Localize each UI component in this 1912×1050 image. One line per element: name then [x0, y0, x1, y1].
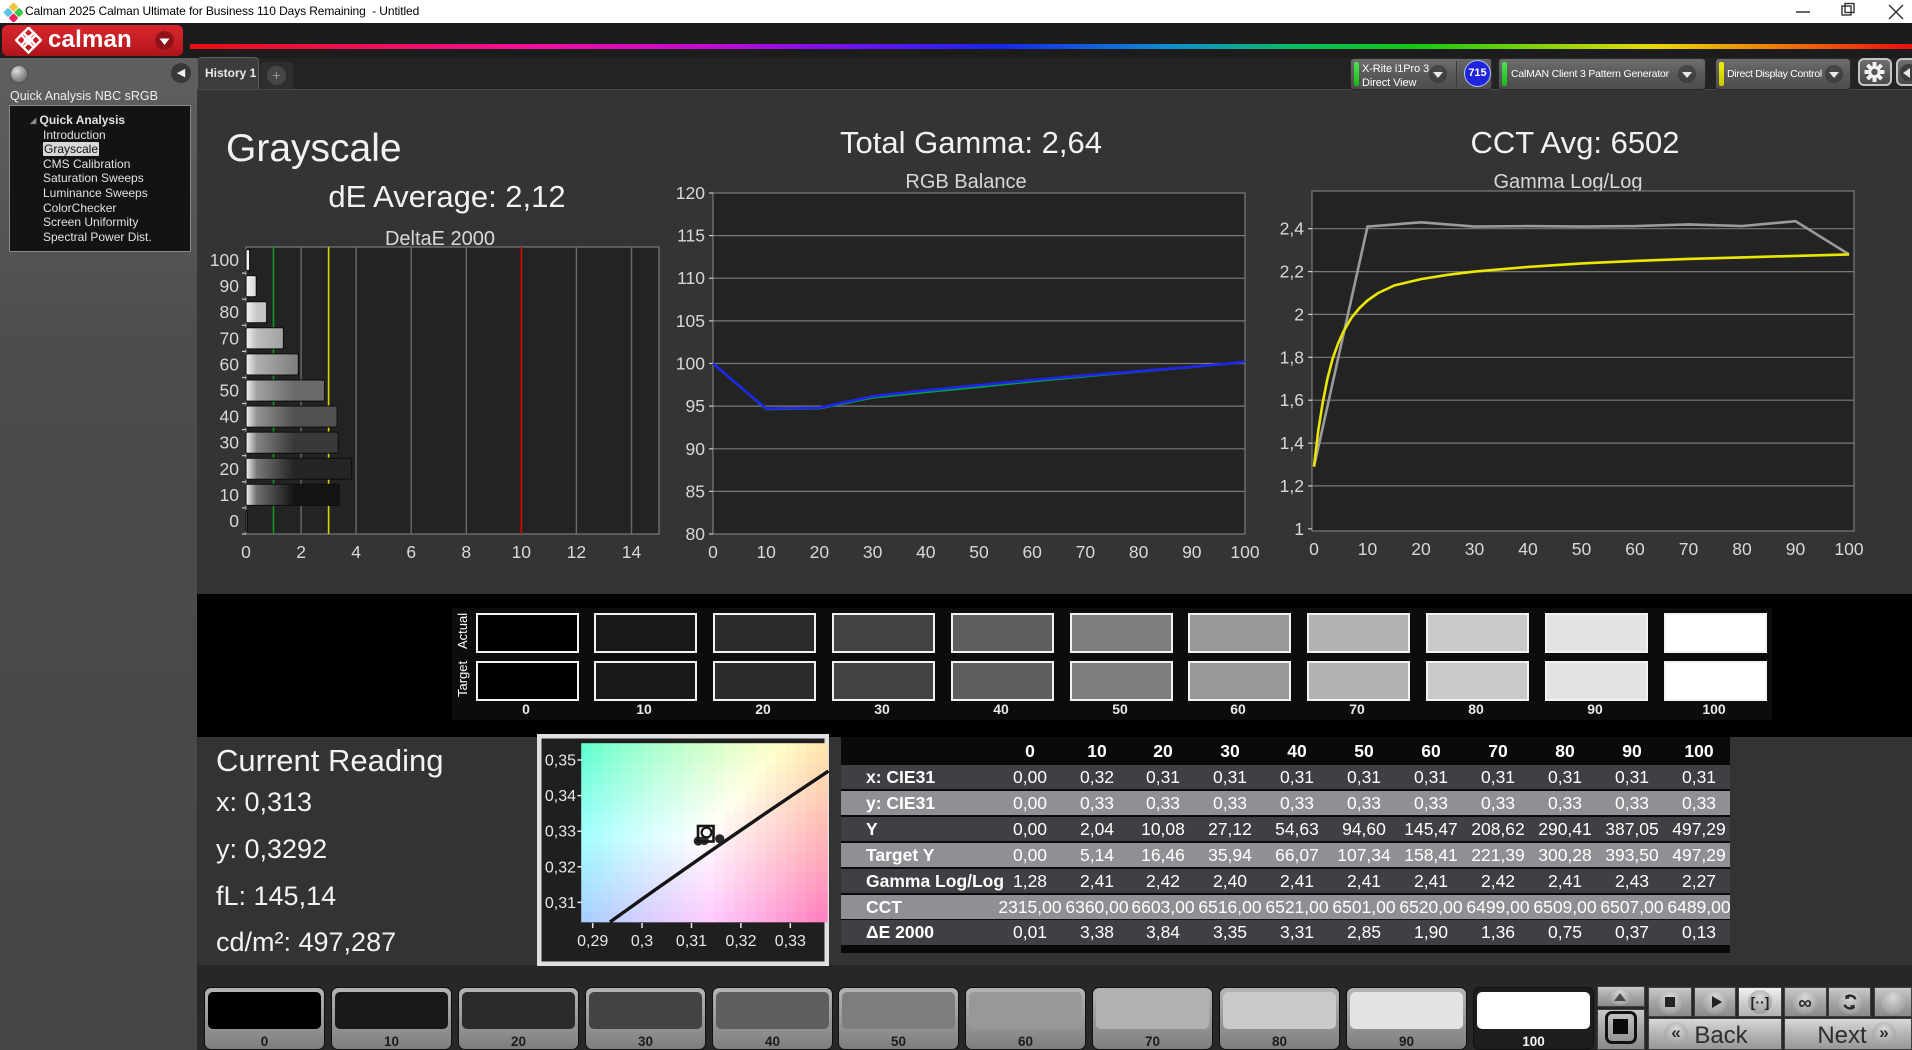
- svg-text:115: 115: [677, 226, 705, 246]
- svg-text:4: 4: [351, 542, 361, 562]
- svg-text:80: 80: [1129, 542, 1149, 562]
- svg-text:0,32: 0,32: [545, 859, 576, 876]
- svg-text:10: 10: [512, 542, 532, 562]
- svg-text:2: 2: [296, 542, 306, 562]
- svg-text:70: 70: [220, 328, 240, 348]
- svg-text:0,35: 0,35: [545, 753, 576, 770]
- svg-text:Total Gamma: 2,64: Total Gamma: 2,64: [840, 125, 1102, 160]
- svg-text:30: 30: [1465, 539, 1485, 559]
- svg-text:0,34: 0,34: [545, 788, 576, 805]
- svg-text:60: 60: [1022, 542, 1042, 562]
- svg-text:95: 95: [686, 396, 705, 416]
- svg-text:0,33: 0,33: [775, 933, 806, 950]
- svg-text:12: 12: [567, 542, 586, 562]
- svg-text:2,4: 2,4: [1280, 219, 1305, 239]
- svg-text:14: 14: [622, 542, 642, 562]
- svg-text:40: 40: [916, 542, 936, 562]
- svg-text:110: 110: [677, 268, 705, 288]
- svg-text:40: 40: [1518, 539, 1538, 559]
- svg-text:CCT Avg: 6502: CCT Avg: 6502: [1470, 125, 1679, 160]
- svg-text:0,33: 0,33: [545, 824, 576, 841]
- svg-text:60: 60: [220, 354, 240, 374]
- svg-text:105: 105: [676, 311, 705, 331]
- svg-text:90: 90: [1182, 542, 1202, 562]
- svg-text:10: 10: [1358, 539, 1378, 559]
- svg-text:2,2: 2,2: [1280, 262, 1304, 282]
- svg-text:20: 20: [220, 459, 240, 479]
- svg-text:20: 20: [1411, 539, 1431, 559]
- svg-text:8: 8: [461, 542, 471, 562]
- svg-text:0,32: 0,32: [725, 933, 756, 950]
- svg-text:RGB Balance: RGB Balance: [905, 171, 1026, 193]
- svg-text:100: 100: [1834, 539, 1863, 559]
- svg-text:30: 30: [863, 542, 883, 562]
- svg-text:90: 90: [220, 276, 240, 296]
- svg-text:1,4: 1,4: [1280, 433, 1305, 453]
- svg-text:1,6: 1,6: [1280, 390, 1304, 410]
- svg-text:1: 1: [1294, 519, 1304, 539]
- svg-text:30: 30: [220, 433, 240, 453]
- svg-text:2: 2: [1294, 304, 1304, 324]
- svg-text:80: 80: [686, 524, 706, 544]
- svg-text:Grayscale: Grayscale: [226, 127, 402, 170]
- svg-text:85: 85: [686, 481, 705, 501]
- svg-text:80: 80: [220, 302, 240, 322]
- svg-text:100: 100: [210, 250, 239, 270]
- svg-text:0,29: 0,29: [577, 933, 608, 950]
- svg-text:0: 0: [241, 542, 251, 562]
- svg-text:90: 90: [686, 439, 706, 459]
- svg-text:1,8: 1,8: [1280, 347, 1304, 367]
- svg-text:0,31: 0,31: [545, 895, 576, 912]
- svg-text:90: 90: [1786, 539, 1806, 559]
- svg-text:80: 80: [1732, 539, 1752, 559]
- svg-text:100: 100: [676, 354, 705, 374]
- svg-text:20: 20: [810, 542, 830, 562]
- svg-text:Gamma Log/Log: Gamma Log/Log: [1494, 171, 1643, 193]
- svg-text:100: 100: [1230, 542, 1259, 562]
- svg-text:70: 70: [1679, 539, 1699, 559]
- svg-text:70: 70: [1076, 542, 1096, 562]
- svg-text:0: 0: [1309, 539, 1319, 559]
- svg-text:6: 6: [406, 542, 416, 562]
- svg-text:10: 10: [220, 485, 240, 505]
- svg-text:0: 0: [708, 542, 718, 562]
- svg-text:dE Average: 2,12: dE Average: 2,12: [328, 179, 565, 214]
- svg-text:0: 0: [229, 511, 239, 531]
- svg-text:50: 50: [220, 381, 240, 401]
- svg-text:1,2: 1,2: [1280, 476, 1304, 496]
- svg-text:50: 50: [969, 542, 989, 562]
- svg-text:60: 60: [1625, 539, 1645, 559]
- svg-text:10: 10: [756, 542, 776, 562]
- svg-text:0,3: 0,3: [631, 933, 653, 950]
- svg-text:0,31: 0,31: [676, 933, 707, 950]
- svg-text:120: 120: [676, 183, 705, 203]
- svg-text:50: 50: [1572, 539, 1592, 559]
- svg-text:40: 40: [220, 407, 240, 427]
